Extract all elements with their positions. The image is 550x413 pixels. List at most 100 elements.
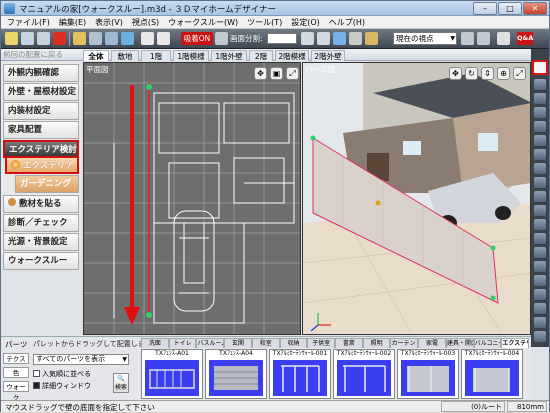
menu-walkthrough[interactable]: ウォークスルー(W)	[168, 16, 238, 28]
tab-color[interactable]: 色	[3, 367, 29, 378]
menu-edit[interactable]: 編集(E)	[59, 16, 86, 28]
tab-1f-exterior-wall[interactable]: 1階外壁	[211, 50, 247, 61]
grid-icon[interactable]	[105, 32, 118, 45]
zoom-icon[interactable]: ▣	[270, 67, 283, 80]
zoom-in-icon[interactable]	[141, 32, 154, 45]
redo-icon[interactable]	[37, 32, 50, 45]
tile-view-icon[interactable]	[333, 32, 346, 45]
part-tile[interactable]: TXｱﾙﾐｶｰﾃﾝｳｫｰﾙ-002	[333, 349, 395, 399]
part-tile[interactable]: TXｱﾙﾐｶｰﾃﾝｳｫｰﾙ-001	[269, 349, 331, 399]
nav-interior-material[interactable]: 内装材設定	[3, 102, 79, 120]
tool-icon-2[interactable]	[534, 93, 546, 104]
tool-icon-13[interactable]	[534, 247, 546, 258]
globe-icon[interactable]	[121, 32, 134, 45]
sort-checkbox[interactable]: 入気順に並べる	[33, 369, 91, 379]
light-icon[interactable]	[365, 32, 378, 45]
cat-curtain[interactable]: カーテン・ブラインド	[390, 338, 419, 348]
tab-walk[interactable]: ウォーク	[3, 381, 29, 402]
nav-appearance-check[interactable]: 外観内観確認	[3, 64, 79, 82]
qa-button[interactable]: Q&A	[517, 32, 533, 45]
part-tile[interactable]: TXﾌｪﾝｽ-A01	[141, 349, 203, 399]
pointer-icon[interactable]	[5, 32, 18, 45]
nav-furniture[interactable]: 家具配置	[3, 121, 79, 139]
menu-tools[interactable]: ツール(T)	[247, 16, 282, 28]
cat-toilet[interactable]: トイレ	[168, 338, 197, 348]
tool-icon-5[interactable]	[534, 135, 546, 146]
menu-settings[interactable]: 設定(O)	[291, 16, 320, 28]
grid-toggle-icon[interactable]	[215, 32, 228, 45]
tab-2f[interactable]: 2階	[249, 50, 273, 61]
tool-icon-3[interactable]	[534, 107, 546, 118]
tool-icon-8[interactable]	[534, 177, 546, 188]
tool-icon-14[interactable]	[534, 261, 546, 272]
part-tile[interactable]: TXﾌｪﾝｽ-A04	[205, 349, 267, 399]
rotate-icon[interactable]: ↻	[465, 67, 478, 80]
tab-2f-exterior-wall[interactable]: 2階外壁	[311, 50, 345, 61]
cat-storage[interactable]: 収納	[279, 338, 308, 348]
height-icon[interactable]: ⇕	[481, 67, 494, 80]
snap-toggle-button[interactable]: 吸着ON	[181, 32, 213, 45]
maximize-button[interactable]: □	[498, 2, 522, 15]
search-button[interactable]: 🔍 検索	[113, 373, 129, 393]
camera-icon[interactable]	[317, 32, 330, 45]
render-icon[interactable]	[477, 32, 490, 45]
tool-icon-18[interactable]	[534, 317, 546, 328]
cat-appliances[interactable]: 家電	[418, 338, 446, 348]
delete-icon[interactable]	[53, 32, 66, 45]
plan-view[interactable]: 平面図 ✥ ▣ ⤢	[83, 62, 301, 335]
detail-window-checkbox[interactable]: 詳細ウィンドウ	[33, 381, 91, 391]
cat-entrance[interactable]: 玄関	[224, 338, 252, 348]
nav-exterior-wall-roof[interactable]: 外壁・屋根材設定	[3, 83, 79, 101]
tab-site[interactable]: 敷地	[111, 50, 139, 61]
tool-icon-4[interactable]	[534, 121, 546, 132]
tool-icon-7[interactable]	[534, 163, 546, 174]
pan-icon[interactable]: ✥	[254, 67, 267, 80]
part-tile[interactable]: TXｱﾙﾐｶｰﾃﾝｳｫｰﾙ-003	[397, 349, 459, 399]
cat-kids-room[interactable]: 子供室	[307, 338, 336, 348]
tool-icon-10[interactable]	[534, 205, 546, 216]
nav-apply-material[interactable]: 敷材を貼る	[3, 195, 79, 213]
part-tile[interactable]: TXｱﾙﾐｶｰﾃﾝｳｫｰﾙ-004	[461, 349, 523, 399]
move-icon[interactable]: ✥	[449, 67, 462, 80]
menu-help[interactable]: ヘルプ(H)	[329, 16, 365, 28]
fit-icon[interactable]: ⤢	[286, 67, 299, 80]
tool-icon-6[interactable]	[534, 149, 546, 160]
tool-icon-15[interactable]	[534, 275, 546, 286]
tab-2f-pattern[interactable]: 2階模様	[275, 50, 309, 61]
selected-tool-icon[interactable]	[532, 60, 548, 75]
cat-fittings[interactable]: 建具・開口	[445, 338, 474, 348]
zoom-out-icon[interactable]	[157, 32, 170, 45]
cat-japanese-room[interactable]: 和室	[251, 338, 280, 348]
undo-icon[interactable]	[21, 32, 34, 45]
nav-gardening[interactable]: ガーデニング	[15, 175, 79, 193]
cat-balcony[interactable]: バルコニー	[473, 338, 502, 348]
nav-exterior[interactable]: エクステリア	[5, 156, 79, 174]
folder-icon[interactable]	[73, 32, 86, 45]
back-to-previous-layout[interactable]: 前回の配置に戻る	[3, 50, 81, 60]
split-screen-selector[interactable]	[267, 33, 297, 44]
tool-icon-17[interactable]	[534, 303, 546, 314]
tool-icon-19[interactable]	[534, 331, 546, 342]
cat-washroom[interactable]: 洗面	[141, 338, 169, 348]
menu-file[interactable]: ファイル(F)	[7, 16, 50, 28]
nav-diagnosis[interactable]: 診断／チェック	[3, 214, 79, 232]
copy-icon[interactable]	[89, 32, 102, 45]
cat-bathroom[interactable]: バスルーム	[196, 338, 225, 348]
cat-lighting[interactable]: 照明	[362, 338, 391, 348]
fit-view-icon[interactable]: ⤢	[513, 67, 526, 80]
save-view-icon[interactable]	[461, 32, 474, 45]
zoom-view-icon[interactable]: ⊕	[497, 67, 510, 80]
tool-icon-11[interactable]	[534, 219, 546, 230]
tab-all[interactable]: 全体	[83, 50, 109, 61]
tab-1f[interactable]: 1階	[141, 50, 171, 61]
tool-icon-12[interactable]	[534, 233, 546, 244]
tab-1f-pattern[interactable]: 1階模様	[173, 50, 209, 61]
tool-icon-1[interactable]	[534, 79, 546, 90]
cat-study[interactable]: 書斎	[335, 338, 363, 348]
walkthrough-icon[interactable]	[301, 32, 314, 45]
close-button[interactable]: ✕	[523, 2, 547, 15]
tool-icon-9[interactable]	[534, 191, 546, 202]
nav-walkthrough[interactable]: ウォークスルー	[3, 252, 79, 270]
minimize-button[interactable]: –	[473, 2, 497, 15]
help-icon[interactable]	[497, 32, 510, 45]
